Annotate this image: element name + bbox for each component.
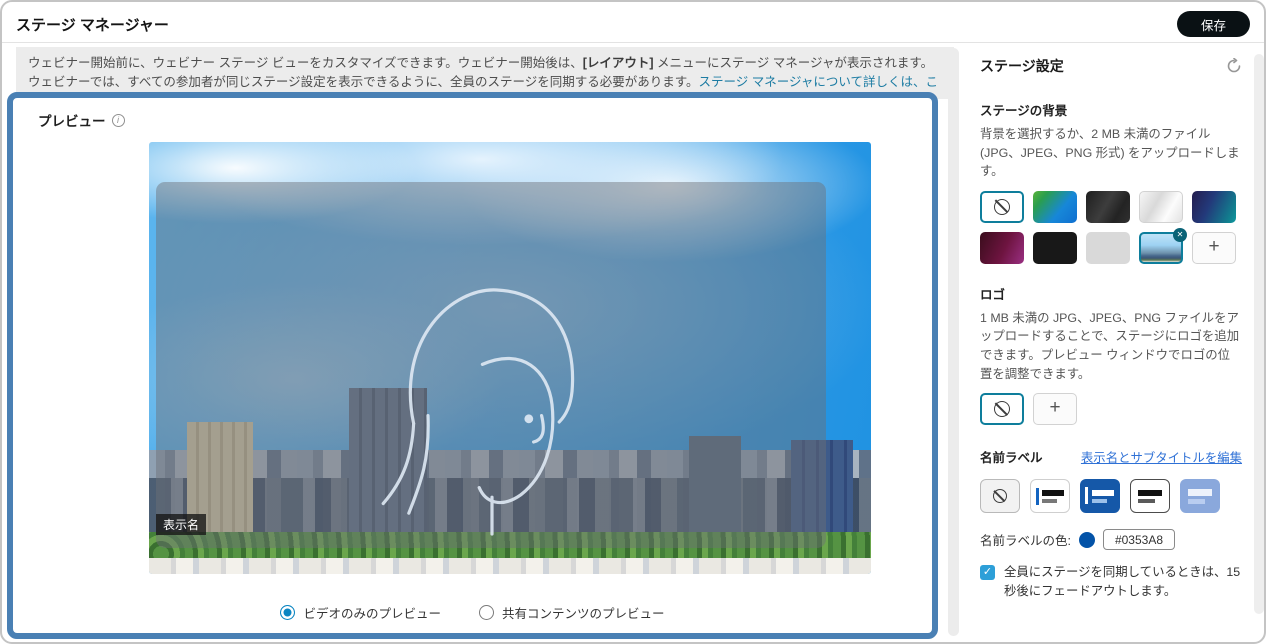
name-label-color-label: 名前ラベルの色: — [980, 534, 1071, 549]
save-button[interactable]: 保存 — [1176, 11, 1250, 37]
placeholder-face-illustration — [381, 288, 575, 536]
background-option-navy-teal-gradient[interactable] — [1192, 190, 1236, 223]
background-option-dark-smoke[interactable] — [1086, 190, 1130, 223]
sidebar-title: ステージ設定 — [980, 58, 1064, 74]
preview-panel: プレビュー i 表示名 ビデオのみのプレビュー 共有コンテンツのプレビュー — [7, 92, 938, 639]
logo-option-none-selected[interactable] — [980, 393, 1024, 426]
radio-shared-content-control[interactable] — [479, 605, 494, 620]
name-label-style-none[interactable] — [980, 479, 1020, 514]
preview-title-row: プレビュー — [38, 110, 125, 130]
background-option-city-photo-selected[interactable] — [1139, 227, 1187, 264]
background-option-black[interactable] — [1033, 231, 1077, 264]
logo-option-row — [980, 393, 1242, 426]
main-scrollbar[interactable] — [948, 48, 959, 636]
name-label-style-blue-accent[interactable] — [1080, 479, 1120, 514]
banner-line-1: ウェビナー開始前に、ウェビナー ステージ ビューをカスタマイズできます。ウェビナ… — [28, 56, 934, 70]
sidebar-header: ステージ設定 — [980, 56, 1242, 76]
radio-shared-content[interactable]: 共有コンテンツのプレビュー — [479, 603, 665, 622]
info-icon[interactable] — [111, 113, 125, 127]
background-option-none[interactable] — [980, 190, 1024, 223]
name-label-color-input[interactable] — [1102, 529, 1175, 551]
preview-mode-radio-group: ビデオのみのプレビュー 共有コンテンツのプレビュー — [13, 603, 932, 622]
sync-fadeout-label: 全員にステージを同期しているときは、15 秒後にフェードアウトします。 — [1004, 565, 1241, 598]
background-section-heading: ステージの背景 — [980, 104, 1068, 118]
radio-video-only-label: ビデオのみのプレビュー — [303, 607, 441, 621]
logo-section-description: 1 MB 未満の JPG、JPEG、PNG ファイルをアップロードすることで、ス… — [980, 310, 1240, 381]
background-option-light-gray[interactable] — [1086, 231, 1130, 264]
logo-upload-button[interactable] — [1033, 393, 1077, 426]
sync-fadeout-row: 全員にステージを同期しているときは、15 秒後にフェードアウトします。 — [980, 563, 1242, 600]
no-background-icon — [994, 198, 1010, 215]
name-label-color-swatch[interactable] — [1078, 531, 1095, 548]
stage-settings-sidebar: ステージ設定 ステージの背景 背景を選択するか、2 MB 未満のファイル (JP… — [980, 56, 1242, 600]
background-upload-button[interactable] — [1192, 231, 1236, 264]
background-option-white-silk[interactable] — [1139, 190, 1183, 223]
edit-display-name-link[interactable]: 表示名とサブタイトルを編集 — [1081, 448, 1242, 466]
stage-background-preview: 表示名 — [149, 142, 871, 574]
background-option-magenta-gradient[interactable] — [980, 231, 1024, 264]
refresh-icon[interactable] — [1226, 58, 1242, 74]
remove-background-icon[interactable] — [1173, 227, 1187, 242]
header-divider — [2, 42, 1264, 43]
no-logo-icon — [994, 401, 1010, 418]
display-name-badge[interactable]: 表示名 — [156, 514, 207, 535]
page-title: ステージ マネージャー — [16, 17, 169, 34]
radio-video-only[interactable]: ビデオのみのプレビュー — [280, 603, 441, 622]
stage-manager-window: ステージ マネージャー 保存 ウェビナー開始前に、ウェビナー ステージ ビューを… — [0, 0, 1266, 644]
name-label-style-row — [980, 479, 1242, 514]
logo-section-heading: ロゴ — [980, 287, 1006, 302]
name-label-style-periwinkle[interactable] — [1180, 479, 1220, 514]
background-option-green-blue-gradient[interactable] — [1033, 190, 1077, 223]
name-label-header: 名前ラベル 表示名とサブタイトルを編集 — [980, 447, 1242, 466]
sync-fadeout-checkbox[interactable] — [980, 565, 995, 581]
name-label-color-row: 名前ラベルの色: — [980, 529, 1242, 551]
no-name-label-icon — [993, 489, 1007, 504]
radio-video-only-control[interactable] — [280, 605, 296, 620]
radio-shared-content-label: 共有コンテンツのプレビュー — [502, 607, 665, 621]
background-section-description: 背景を選択するか、2 MB 未満のファイル (JPG、JPEG、PNG 形式) … — [980, 127, 1240, 179]
name-label-style-light-accent[interactable] — [1030, 479, 1070, 514]
background-swatch-grid — [980, 190, 1242, 264]
name-label-heading: 名前ラベル — [980, 451, 1043, 466]
name-label-style-outline[interactable] — [1130, 479, 1170, 514]
sidebar-scrollbar[interactable] — [1254, 54, 1264, 614]
preview-title: プレビュー — [38, 114, 106, 129]
